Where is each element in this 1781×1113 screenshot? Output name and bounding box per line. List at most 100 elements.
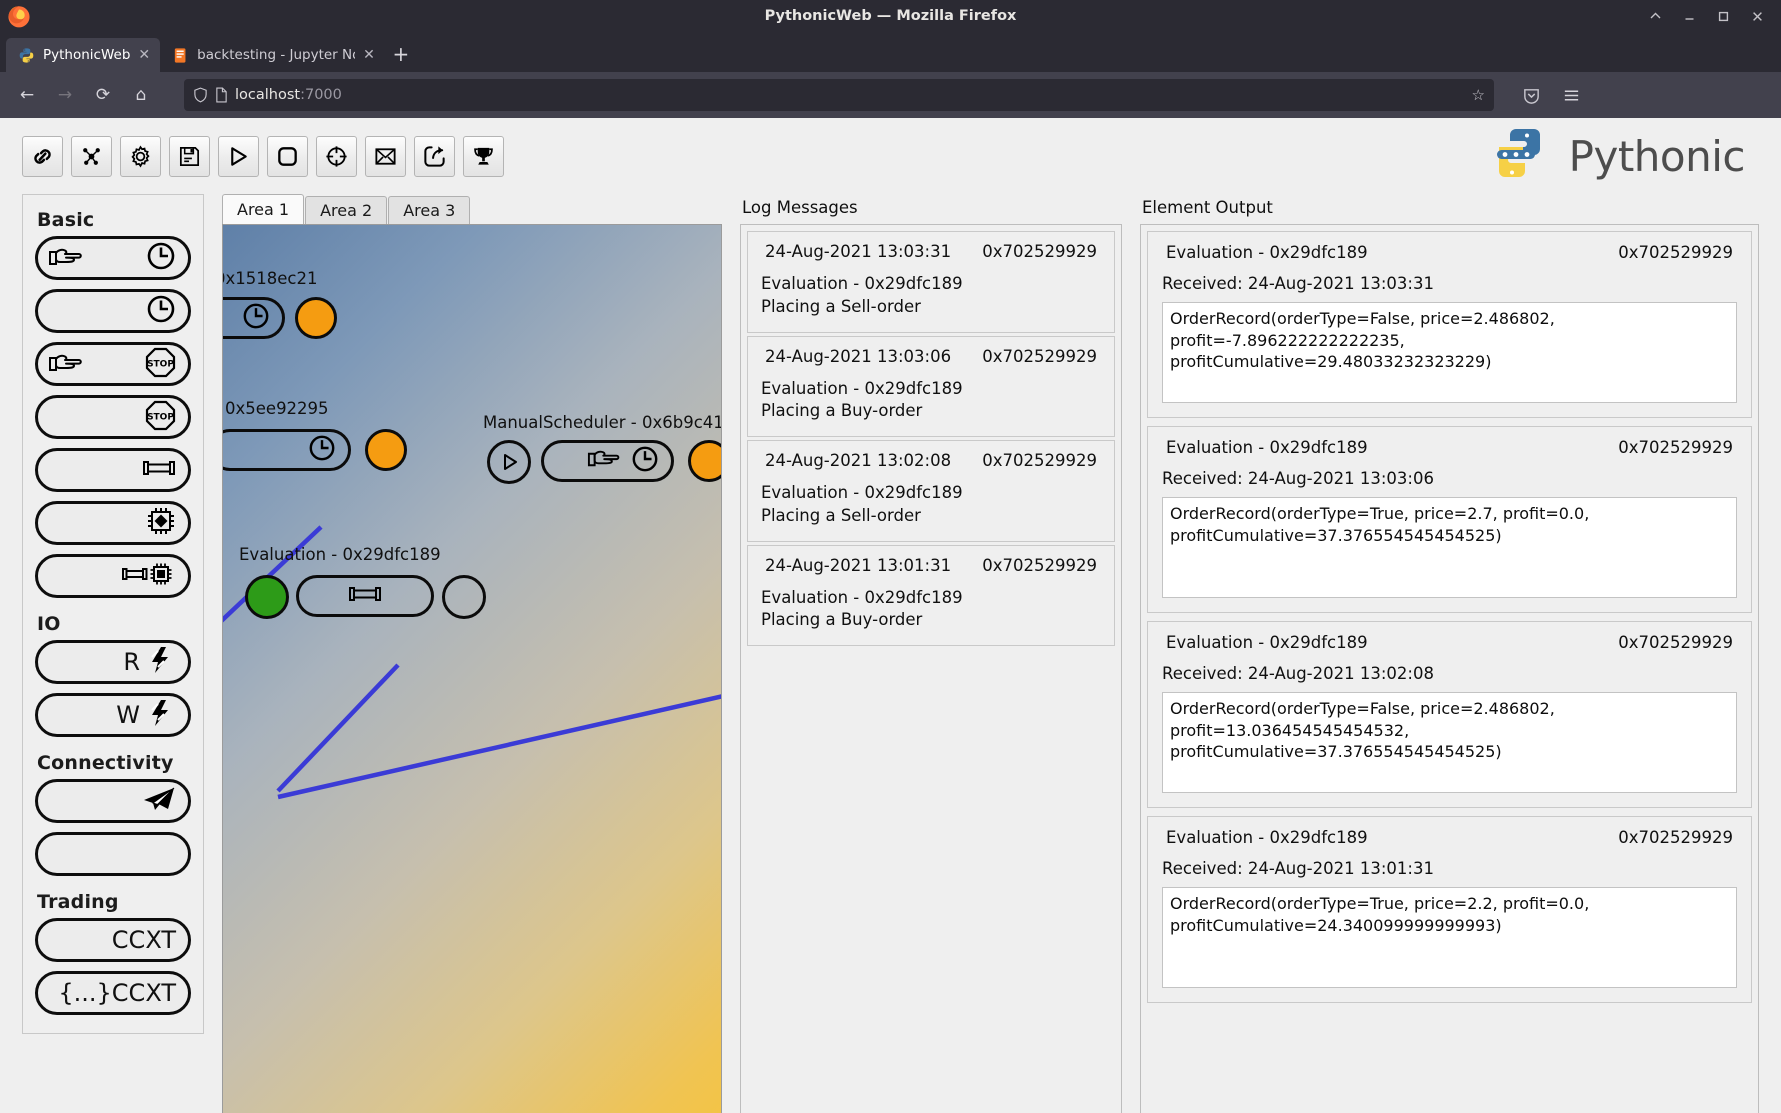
lightning-icon [146, 645, 176, 679]
output-received: Received: 24-Aug-2021 13:03:06 [1162, 469, 1737, 488]
canvas-port-orange-1[interactable] [295, 297, 337, 339]
palette-group-title-basic: Basic [37, 209, 191, 231]
save-icon[interactable] [169, 136, 210, 177]
output-source: Evaluation - 0x29dfc189 [1166, 243, 1368, 262]
output-entry[interactable]: Evaluation - 0x29dfc189 0x702529929 Rece… [1147, 816, 1752, 1003]
palette-item-basic-hand-clock[interactable] [35, 236, 191, 280]
log-timestamp: 24-Aug-2021 13:01:31 [765, 556, 951, 575]
palette-item-label: R [123, 650, 140, 674]
palette-item-trading-ccxt-json[interactable]: {...}CCXT [35, 971, 191, 1015]
navbar-right-actions [1514, 79, 1588, 111]
clock-icon [308, 434, 336, 466]
palette-group-title-trading: Trading [37, 891, 191, 913]
palette-item-basic-chip[interactable] [35, 501, 191, 545]
canvas-node-3[interactable] [541, 440, 674, 482]
canvas-node-label-1: 0x1518ec21 [223, 269, 317, 288]
tab-close-icon[interactable]: ✕ [138, 47, 150, 63]
target-icon[interactable] [316, 136, 357, 177]
log-messages-title: Log Messages [742, 198, 1122, 217]
area-tab-1[interactable]: Area 1 [222, 194, 304, 224]
palette-item-trading-ccxt[interactable]: CCXT [35, 918, 191, 962]
network-icon[interactable] [71, 136, 112, 177]
forward-button[interactable]: → [48, 79, 82, 111]
log-message: Placing a Sell-order [761, 296, 1101, 319]
area-tab-2[interactable]: Area 2 [305, 196, 387, 224]
trophy-icon[interactable] [463, 136, 504, 177]
window-minimize-button[interactable] [1673, 2, 1705, 30]
window-close-button[interactable] [1741, 2, 1773, 30]
log-messages-panel: Log Messages 24-Aug-2021 13:03:31 0x7025… [740, 194, 1122, 1113]
canvas-port-orange-2[interactable] [365, 429, 407, 471]
home-button[interactable]: ⌂ [124, 79, 158, 111]
gear-icon[interactable] [120, 136, 161, 177]
bookmark-star-icon[interactable]: ☆ [1472, 86, 1485, 104]
log-entry[interactable]: 24-Aug-2021 13:02:08 0x702529929 Evaluat… [747, 440, 1115, 542]
pipe-chip-icon [122, 562, 176, 590]
palette-item-label: CCXT [112, 928, 176, 952]
canvas-node-label-4: Evaluation - 0x29dfc189 [239, 545, 441, 564]
mail-icon[interactable] [365, 136, 406, 177]
canvas-node-2[interactable] [223, 429, 351, 471]
log-messages-list[interactable]: 24-Aug-2021 13:03:31 0x702529929 Evaluat… [740, 224, 1122, 1113]
reload-button[interactable]: ⟳ [86, 79, 120, 111]
output-payload[interactable]: OrderRecord(orderType=False, price=2.486… [1162, 692, 1737, 793]
lightning-icon [146, 698, 176, 732]
palette-item-io-write[interactable]: W [35, 693, 191, 737]
tab-close-icon[interactable]: ✕ [363, 47, 375, 63]
palette-item-basic-stop[interactable]: STOP [35, 395, 191, 439]
palette-item-basic-hand-stop[interactable]: STOP [35, 342, 191, 386]
log-entry[interactable]: 24-Aug-2021 13:01:31 0x702529929 Evaluat… [747, 545, 1115, 647]
log-entry[interactable]: 24-Aug-2021 13:03:31 0x702529929 Evaluat… [747, 231, 1115, 333]
browser-tab-pythonicweb[interactable]: PythonicWeb ✕ [6, 38, 160, 72]
palette-item-io-read[interactable]: R [35, 640, 191, 684]
share-icon[interactable] [414, 136, 455, 177]
canvas-port-empty[interactable] [442, 575, 486, 619]
url-port: :7000 [300, 87, 342, 103]
output-payload[interactable]: OrderRecord(orderType=True, price=2.7, p… [1162, 497, 1737, 598]
new-tab-button[interactable]: + [385, 38, 417, 70]
output-entry[interactable]: Evaluation - 0x29dfc189 0x702529929 Rece… [1147, 426, 1752, 613]
page-icon [215, 87, 228, 103]
area-tabs: Area 1 Area 2 Area 3 [222, 194, 722, 224]
browser-tab-backtesting[interactable]: backtesting - Jupyter Not ✕ [160, 38, 385, 72]
canvas-node-4[interactable] [296, 575, 434, 617]
palette-item-basic-pipe[interactable] [35, 448, 191, 492]
output-id: 0x702529929 [1618, 438, 1733, 457]
output-payload[interactable]: OrderRecord(orderType=False, price=2.486… [1162, 302, 1737, 403]
url-host: localhost [235, 87, 300, 103]
log-entry-head: 24-Aug-2021 13:01:31 0x702529929 [761, 556, 1101, 575]
canvas-node-label-2: 0x5ee92295 [225, 399, 329, 418]
play-icon[interactable] [218, 136, 259, 177]
tab-label: backtesting - Jupyter Not [197, 47, 355, 63]
log-message: Placing a Sell-order [761, 505, 1101, 528]
stop-icon[interactable] [267, 136, 308, 177]
link-icon[interactable] [22, 136, 63, 177]
palette-item-basic-clock[interactable] [35, 289, 191, 333]
output-payload[interactable]: OrderRecord(orderType=True, price=2.2, p… [1162, 887, 1737, 988]
address-bar[interactable]: localhost:7000 ☆ [184, 79, 1494, 111]
window-restore-button[interactable] [1639, 2, 1671, 30]
output-entry[interactable]: Evaluation - 0x29dfc189 0x702529929 Rece… [1147, 231, 1752, 418]
log-entry[interactable]: 24-Aug-2021 13:03:06 0x702529929 Evaluat… [747, 336, 1115, 438]
svg-text:STOP: STOP [147, 359, 174, 369]
palette-item-basic-pipe-chip[interactable] [35, 554, 191, 598]
area-tab-3[interactable]: Area 3 [388, 196, 470, 224]
flow-canvas[interactable]: 0x1518ec21 0x5ee92295 [223, 225, 721, 1113]
canvas-port-green[interactable] [245, 575, 289, 619]
palette-item-connectivity-telegram[interactable] [35, 779, 191, 823]
connection-lines [223, 225, 721, 1113]
log-message: Placing a Buy-order [761, 609, 1101, 632]
hamburger-menu-icon[interactable] [1554, 79, 1588, 111]
pocket-icon[interactable] [1514, 79, 1548, 111]
back-button[interactable]: ← [10, 79, 44, 111]
palette-item-connectivity-blank[interactable] [35, 832, 191, 876]
element-output-list[interactable]: Evaluation - 0x29dfc189 0x702529929 Rece… [1140, 224, 1759, 1113]
window-title: PythonicWeb — Mozilla Firefox [0, 8, 1781, 24]
canvas-play-button[interactable] [487, 440, 531, 484]
canvas-node-1[interactable] [223, 297, 285, 339]
output-received: Received: 24-Aug-2021 13:01:31 [1162, 859, 1737, 878]
output-entry[interactable]: Evaluation - 0x29dfc189 0x702529929 Rece… [1147, 621, 1752, 808]
window-maximize-button[interactable] [1707, 2, 1739, 30]
pythonic-brand: Pythonic [1491, 127, 1759, 185]
pythonic-web-app: Pythonic Basic [0, 118, 1781, 1113]
